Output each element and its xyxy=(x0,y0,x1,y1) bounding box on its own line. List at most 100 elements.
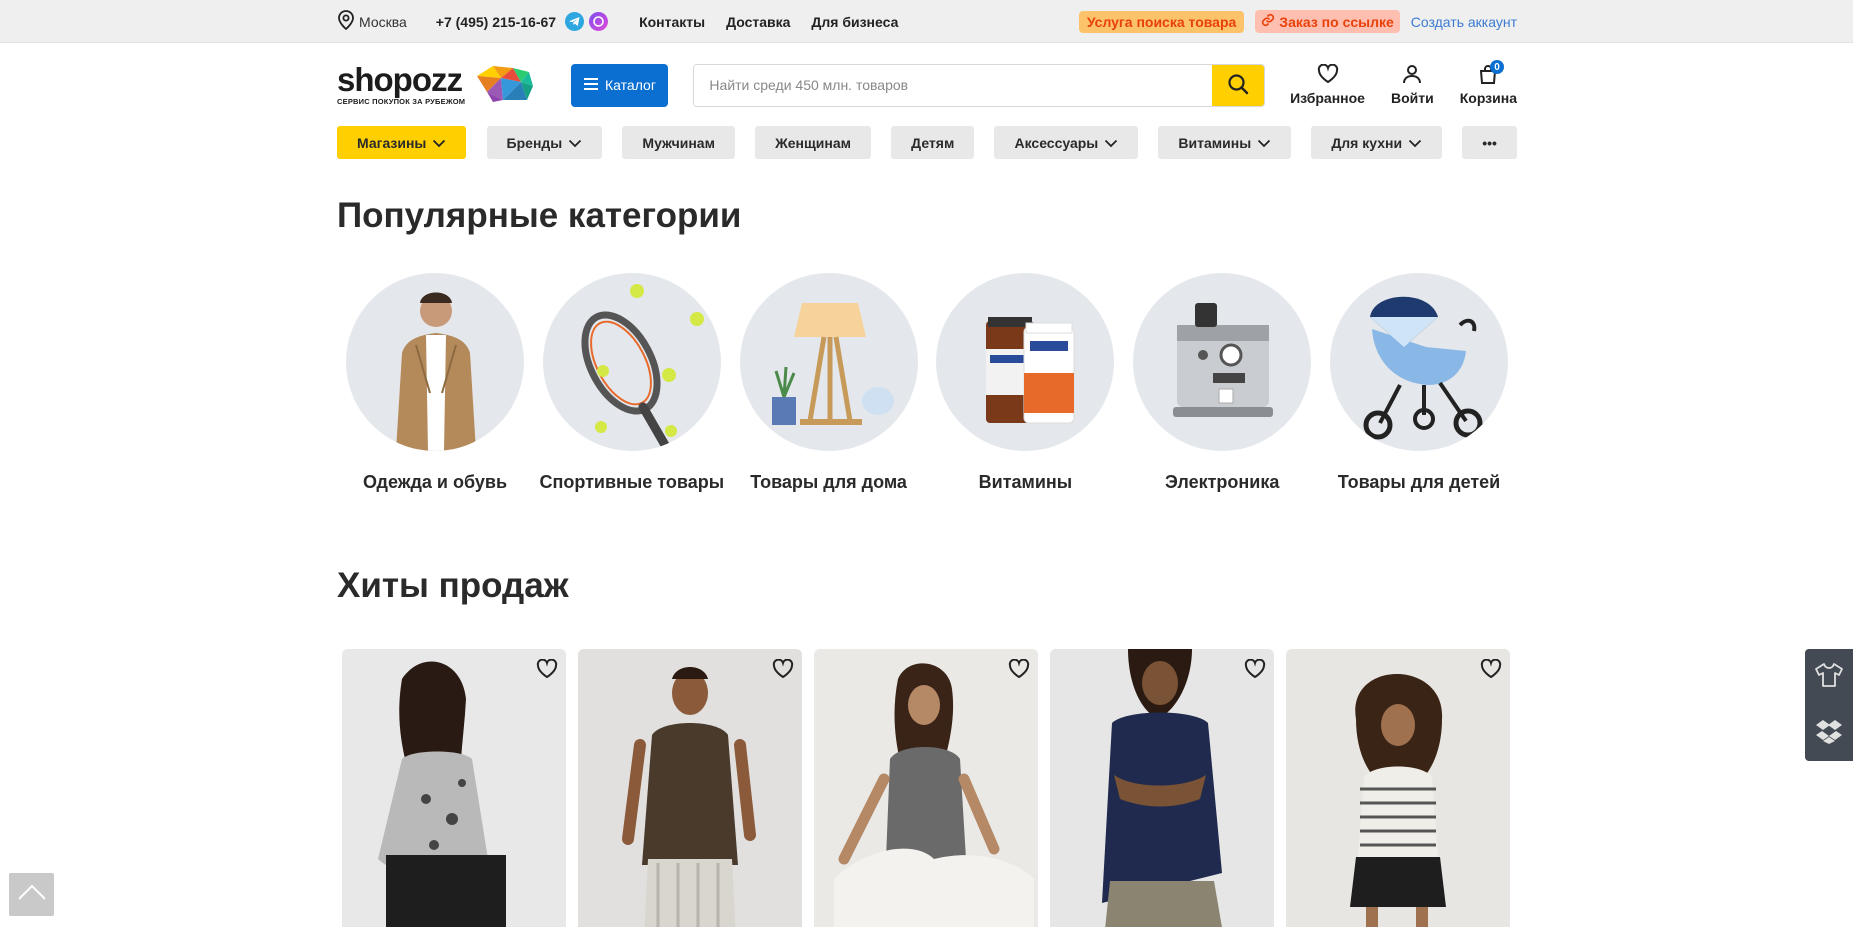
cart-count-badge: 0 xyxy=(1490,60,1504,74)
nav-label: Женщинам xyxy=(775,134,852,151)
category-label: Спортивные товары xyxy=(539,472,725,492)
nav-label: Витамины xyxy=(1178,134,1252,151)
category-electronics[interactable]: Электроника xyxy=(1124,273,1320,493)
nav-women[interactable]: Женщинам xyxy=(755,126,872,159)
category-home[interactable]: Товары для дома xyxy=(731,273,927,493)
viber-icon[interactable] xyxy=(589,12,609,31)
user-icon xyxy=(1402,64,1422,87)
heart-icon[interactable] xyxy=(1008,658,1030,684)
nav-label: Детям xyxy=(911,134,955,151)
nav-label: Магазины xyxy=(357,134,427,151)
category-label: Товары для детей xyxy=(1337,472,1501,492)
phone-link[interactable]: +7 (495) 215-16-67 xyxy=(436,14,556,30)
product-card[interactable] xyxy=(1286,649,1510,927)
category-kids[interactable]: Товары для детей xyxy=(1321,273,1517,493)
contacts-link[interactable]: Контакты xyxy=(639,14,705,30)
city-name: Москва xyxy=(359,13,407,30)
product-photo-3 xyxy=(814,649,1038,927)
location-pin-icon xyxy=(337,10,355,33)
nav-stores[interactable]: Магазины xyxy=(337,126,467,159)
product-card[interactable] xyxy=(1050,649,1274,927)
search-icon xyxy=(1227,73,1249,100)
favorites-label: Избранное xyxy=(1290,90,1365,106)
link-icon xyxy=(1261,13,1275,30)
bestsellers-title: Хиты продаж xyxy=(337,566,569,605)
product-card[interactable] xyxy=(342,649,566,927)
order-by-link-button[interactable]: Заказ по ссылке xyxy=(1255,10,1400,33)
product-photo-4 xyxy=(1050,649,1274,927)
category-vitamins[interactable]: Витамины xyxy=(927,273,1123,493)
search-service-button[interactable]: Услуга поиска товара xyxy=(1078,10,1245,33)
top-right-actions: Услуга поиска товара Заказ по ссылке Соз… xyxy=(1078,10,1517,33)
favorites-button[interactable]: Избранное xyxy=(1290,63,1365,106)
heart-icon[interactable] xyxy=(536,658,558,684)
order-by-link-label: Заказ по ссылке xyxy=(1279,13,1394,30)
nav-more-button[interactable]: ••• xyxy=(1462,126,1517,159)
nav-label: Для кухни xyxy=(1331,134,1403,151)
category-list: Одежда и обувь Спортивные товары Товары … xyxy=(337,273,1517,493)
nav-vitamins[interactable]: Витамины xyxy=(1158,126,1292,159)
nav-label: Бренды xyxy=(506,134,563,151)
for-business-link[interactable]: Для бизнеса xyxy=(811,14,898,30)
logo-word: shopozz xyxy=(337,60,463,98)
search-button[interactable] xyxy=(1212,64,1265,106)
lamp-image xyxy=(739,273,918,451)
stroller-image xyxy=(1329,273,1508,451)
product-photo-5 xyxy=(1286,649,1510,927)
category-sports[interactable]: Спортивные товары xyxy=(534,273,730,493)
tshirt-icon[interactable] xyxy=(1814,662,1844,693)
category-label: Витамины xyxy=(978,472,1073,492)
jacket-image xyxy=(346,273,524,451)
heart-icon[interactable] xyxy=(1244,658,1266,684)
scroll-to-top-button[interactable] xyxy=(9,873,54,916)
search-bar xyxy=(693,63,1266,107)
chevron-down-icon xyxy=(432,135,446,151)
vitamins-image xyxy=(936,273,1115,451)
create-account-link[interactable]: Создать аккаунт xyxy=(1411,14,1517,30)
logo-tagline: СЕРВИС ПОКУПОК ЗА РУБЕЖОМ xyxy=(337,96,466,106)
chevron-down-icon xyxy=(1104,135,1118,151)
header: shopozz СЕРВИС ПОКУПОК ЗА РУБЕЖОМ Катало… xyxy=(337,60,1517,109)
catalog-label: Каталог xyxy=(605,77,656,93)
nav-men[interactable]: Мужчинам xyxy=(622,126,735,159)
popular-categories-title: Популярные категории xyxy=(337,196,742,235)
category-label: Товары для дома xyxy=(750,472,907,492)
heart-icon[interactable] xyxy=(772,658,794,684)
header-actions: Избранное Войти 0 Корзина xyxy=(1290,60,1517,106)
side-widget-panel xyxy=(1805,649,1853,761)
login-button[interactable]: Войти xyxy=(1391,64,1434,106)
nav-brands[interactable]: Бренды xyxy=(486,126,603,159)
search-input[interactable] xyxy=(694,64,1213,106)
product-card[interactable] xyxy=(814,649,1038,927)
product-list xyxy=(342,649,1512,927)
category-nav: Магазины Бренды Мужчинам Женщинам Детям … xyxy=(337,126,1517,159)
hamburger-icon xyxy=(583,77,599,94)
logo-text: shopozz СЕРВИС ПОКУПОК ЗА РУБЕЖОМ xyxy=(337,60,466,106)
nav-label: Мужчинам xyxy=(642,134,715,151)
top-bar: Москва +7 (495) 215-16-67 Контакты Доста… xyxy=(0,0,1853,43)
dropbox-icon[interactable] xyxy=(1815,718,1843,749)
chevron-down-icon xyxy=(1257,135,1271,151)
logo[interactable]: shopozz СЕРВИС ПОКУПОК ЗА РУБЕЖОМ xyxy=(337,62,543,109)
cart-label: Корзина xyxy=(1459,90,1517,106)
cart-button[interactable]: 0 Корзина xyxy=(1459,60,1517,106)
chevron-down-icon xyxy=(1408,135,1422,151)
telegram-icon[interactable] xyxy=(565,12,585,31)
tennis-racket-image xyxy=(542,273,721,451)
heart-icon[interactable] xyxy=(1480,658,1502,684)
top-links: Контакты Доставка Для бизнеса xyxy=(639,14,898,30)
catalog-button[interactable]: Каталог xyxy=(570,63,669,107)
product-photo-1 xyxy=(342,649,566,927)
delivery-link[interactable]: Доставка xyxy=(726,14,790,30)
chevron-up-icon xyxy=(17,883,47,906)
nav-label: Аксессуары xyxy=(1014,134,1099,151)
product-card[interactable] xyxy=(578,649,802,927)
city-selector[interactable]: Москва xyxy=(337,10,407,33)
nav-kids[interactable]: Детям xyxy=(891,126,975,159)
more-dots-icon: ••• xyxy=(1482,134,1497,151)
nav-accessories[interactable]: Аксессуары xyxy=(994,126,1139,159)
nav-kitchen[interactable]: Для кухни xyxy=(1311,126,1443,159)
chevron-down-icon xyxy=(568,135,582,151)
category-clothing[interactable]: Одежда и обувь xyxy=(337,273,533,493)
top-bar-content: Москва +7 (495) 215-16-67 Контакты Доста… xyxy=(337,0,1517,43)
